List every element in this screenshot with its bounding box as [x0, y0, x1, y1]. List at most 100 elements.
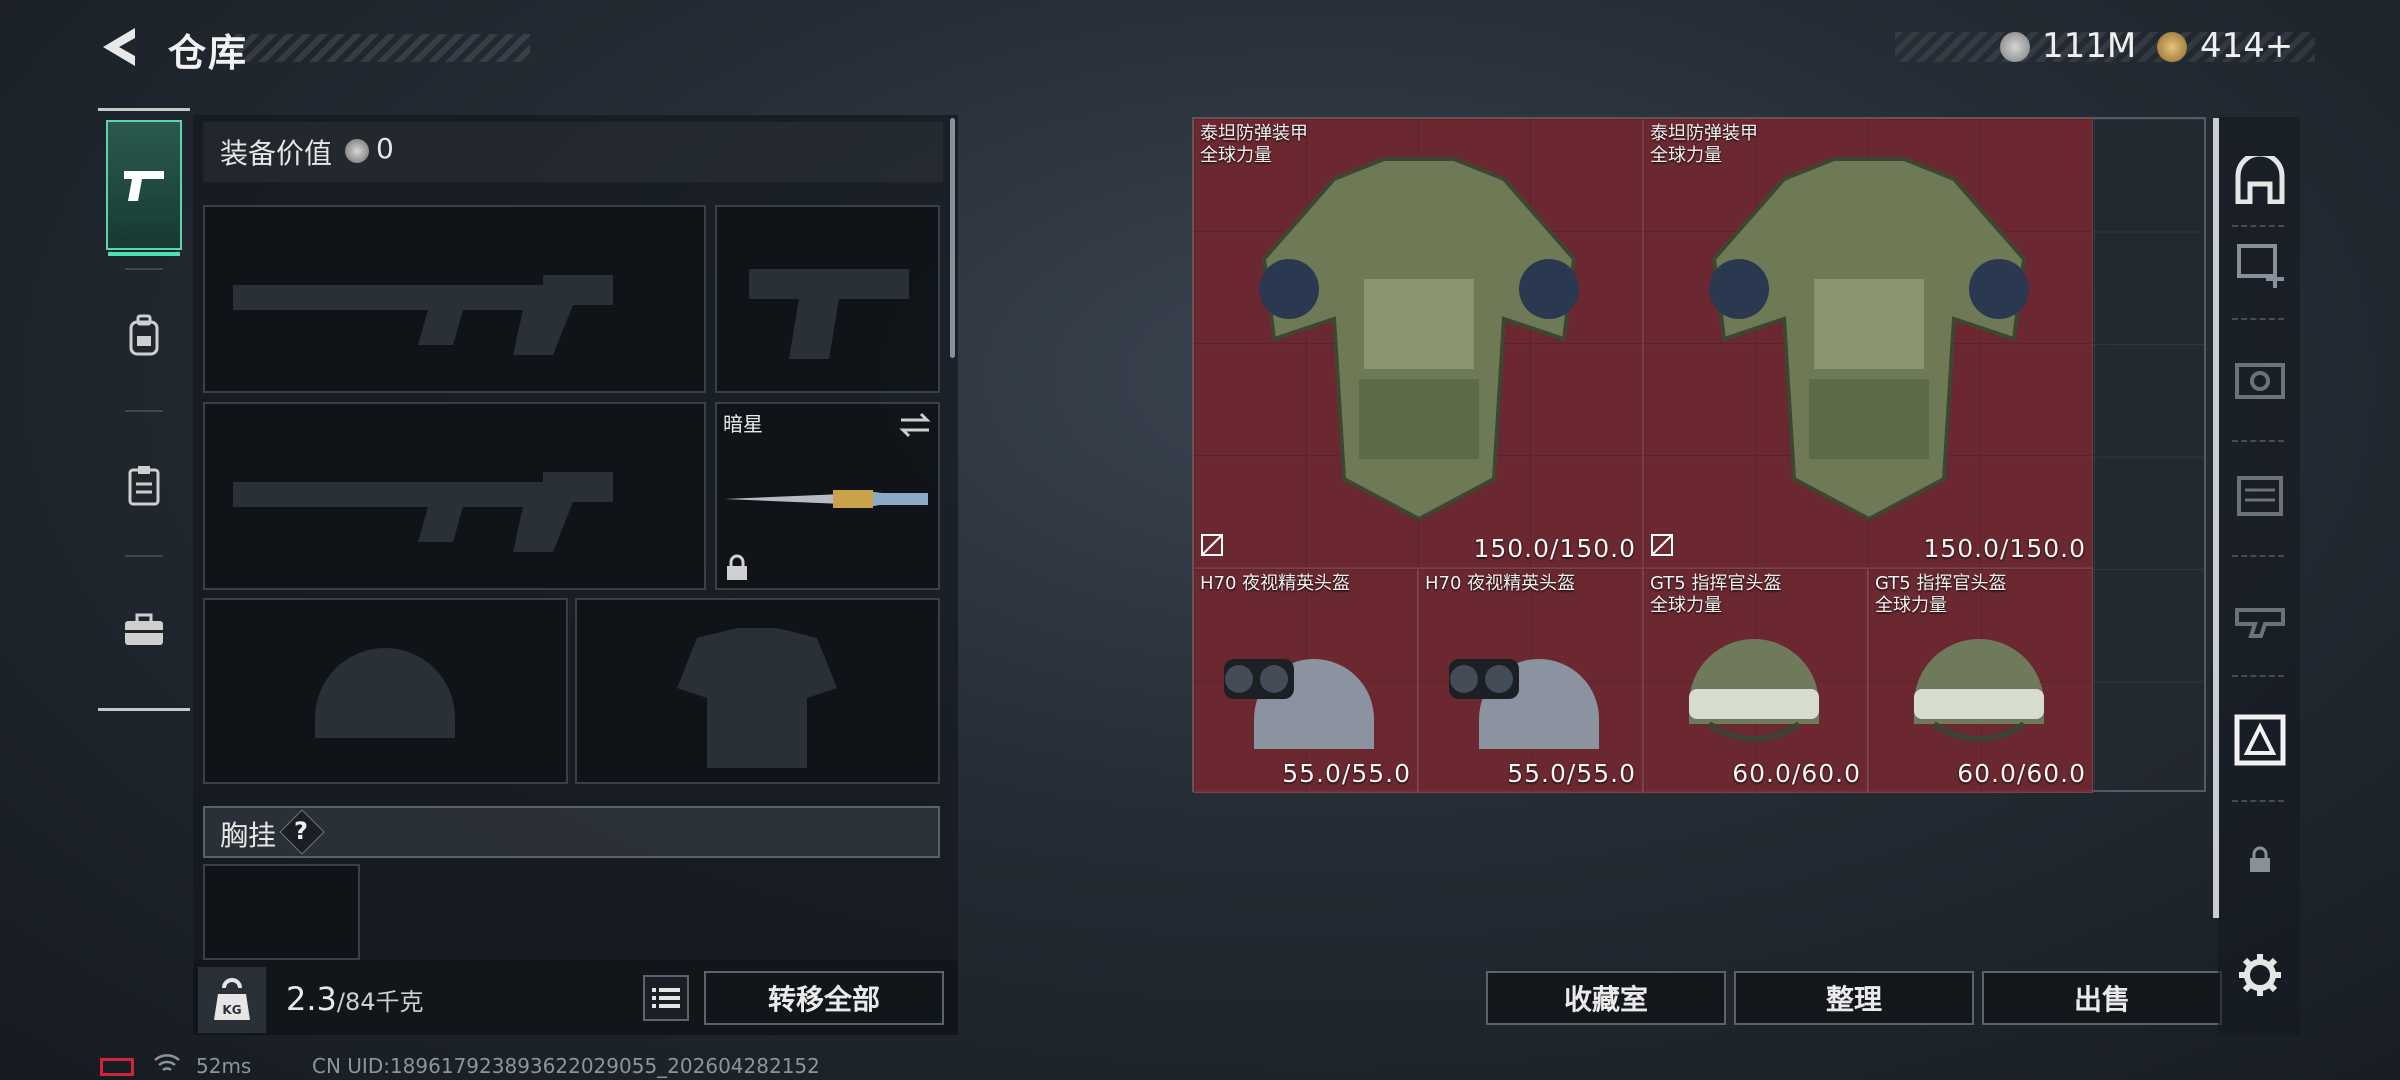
item-name: GT5 指挥官头盔: [1875, 573, 2007, 594]
helmet-silhouette-icon: [315, 648, 455, 738]
storage-tab-iii[interactable]: [2225, 580, 2295, 650]
title-decoration: [235, 34, 530, 62]
gold-coin-icon: [2157, 32, 2187, 62]
silver-coin-icon: [345, 139, 369, 163]
inventory-item-nv-helmet-1[interactable]: H70 夜视精英头盔 55.0/55.0: [1193, 568, 1418, 793]
battery-icon: [100, 1058, 134, 1076]
ping-text: 52ms: [196, 1054, 252, 1078]
tab-rail-top-line: [98, 108, 190, 111]
storage-add-tab[interactable]: [2225, 228, 2295, 298]
organize-button[interactable]: 整理: [1734, 971, 1974, 1025]
item-durability: 60.0/60.0: [1957, 759, 2086, 788]
settings-button[interactable]: [2225, 940, 2295, 1010]
weight-current: 2.3: [286, 980, 337, 1018]
rifle-silhouette-icon: [233, 275, 613, 355]
storage-tab-v[interactable]: [2225, 345, 2295, 415]
weight-max: /84千克: [336, 988, 424, 1016]
storage-iv-icon: [2237, 476, 2283, 516]
inventory-item-armor-1[interactable]: 泰坦防弹装甲 全球力量 150.0/150.0: [1193, 118, 1643, 568]
tab-rail-bottom-line: [98, 708, 190, 711]
list-view-button[interactable]: [643, 975, 689, 1021]
helmet-slot[interactable]: [203, 598, 568, 784]
tab-separator: [125, 410, 163, 412]
inventory-item-commander-helmet-1[interactable]: GT5 指挥官头盔 全球力量 60.0/60.0: [1643, 568, 1868, 793]
tab-backpack[interactable]: [106, 270, 182, 400]
equipment-value-label: 装备价值: [220, 137, 333, 170]
uid-text: CN UID:18961792389362202905​5_2026042821…: [312, 1054, 820, 1078]
melee-name: 暗星: [723, 412, 763, 436]
storage-v-icon: [2235, 363, 2285, 399]
tab-clipboard[interactable]: [106, 420, 182, 550]
storage-home-tab[interactable]: [2225, 145, 2295, 215]
no-insure-icon: [1651, 534, 1673, 556]
no-insure-icon: [1201, 534, 1223, 556]
armor-slot[interactable]: [575, 598, 940, 784]
item-durability: 150.0/150.0: [1923, 534, 2086, 563]
item-durability: 150.0/150.0: [1473, 534, 1636, 563]
storage-iii-icon: [2235, 608, 2285, 638]
add-storage-icon: [2237, 244, 2284, 288]
chest-rig-label: 胸挂: [220, 819, 277, 852]
night-vision-helmet-icon: [1449, 659, 1599, 749]
rail-separator: [2232, 318, 2284, 320]
inventory-item-nv-helmet-2[interactable]: H70 夜视精英头盔 55.0/55.0: [1418, 568, 1643, 793]
storage-selected-icon: [2234, 714, 2286, 766]
secondary-weapon-slot[interactable]: [715, 205, 940, 393]
primary-weapon-slot-2[interactable]: [203, 402, 706, 590]
loadout-scrollbar[interactable]: [950, 118, 955, 358]
tab-separator: [125, 555, 163, 557]
item-durability: 55.0/55.0: [1282, 759, 1411, 788]
storage-tab-selected[interactable]: [2225, 705, 2295, 775]
rail-separator: [2232, 800, 2284, 802]
back-arrow-icon[interactable]: [95, 22, 143, 72]
safehouse-icon: [2235, 156, 2285, 204]
backpack-icon: [129, 314, 159, 356]
item-name: H70 夜视精英头盔: [1200, 573, 1351, 594]
kettlebell-icon: KG: [214, 978, 250, 1020]
swap-icon[interactable]: [897, 410, 933, 440]
sell-button[interactable]: 出售: [1982, 971, 2222, 1025]
toolbox-icon: [125, 613, 163, 645]
rail-separator: [2232, 555, 2284, 557]
armor-vest-icon: [1709, 157, 2029, 522]
inventory-item-commander-helmet-2[interactable]: GT5 指挥官头盔 全球力量 60.0/60.0: [1868, 568, 2093, 793]
item-durability: 60.0/60.0: [1732, 759, 1861, 788]
weight-icon-box: KG: [198, 967, 266, 1033]
primary-weapon-slot-1[interactable]: [203, 205, 706, 393]
melee-slot[interactable]: 暗星: [715, 402, 940, 590]
lock-icon: [727, 554, 747, 580]
armor-vest-icon: [1259, 157, 1579, 522]
commander-helmet-icon: [1689, 639, 1819, 742]
wifi-icon: [154, 1054, 180, 1072]
kg-label: KG: [222, 1003, 241, 1017]
item-name: H70 夜视精英头盔: [1425, 573, 1576, 594]
storage-tab-locked[interactable]: [2225, 825, 2295, 895]
lock-icon: [2250, 846, 2270, 872]
tab-weapons[interactable]: [106, 120, 182, 256]
armor-silhouette-icon: [677, 628, 837, 768]
rail-separator: [2232, 225, 2284, 227]
currency-gold-value: 414+: [2200, 26, 2294, 66]
rail-separator: [2232, 675, 2284, 677]
collection-room-button[interactable]: 收藏室: [1486, 971, 1726, 1025]
gear-icon: [2239, 954, 2281, 996]
rail-separator: [2232, 440, 2284, 442]
item-durability: 55.0/55.0: [1507, 759, 1636, 788]
tab-toolbox[interactable]: [106, 565, 182, 695]
clipboard-icon: [128, 466, 160, 506]
equipment-value: 0: [376, 132, 394, 165]
commander-helmet-icon: [1914, 639, 2044, 742]
page-title: 仓库: [168, 31, 249, 75]
chest-rig-slot[interactable]: [203, 864, 360, 960]
currency-silver-value: 111M: [2042, 26, 2137, 66]
silver-coin-icon: [2000, 32, 2030, 62]
item-name: GT5 指挥官头盔: [1650, 573, 1782, 594]
transfer-all-button[interactable]: 转移全部: [704, 971, 944, 1025]
inventory-item-armor-2[interactable]: 泰坦防弹装甲 全球力量 150.0/150.0: [1643, 118, 2093, 568]
pistol-icon: [124, 171, 164, 201]
weight-readout: 2.3/84千克: [286, 980, 424, 1018]
night-vision-helmet-icon: [1224, 659, 1374, 749]
grid-scrollbar[interactable]: [2213, 118, 2219, 918]
help-icon[interactable]: ?: [286, 816, 316, 846]
storage-tab-iv[interactable]: [2225, 460, 2295, 530]
